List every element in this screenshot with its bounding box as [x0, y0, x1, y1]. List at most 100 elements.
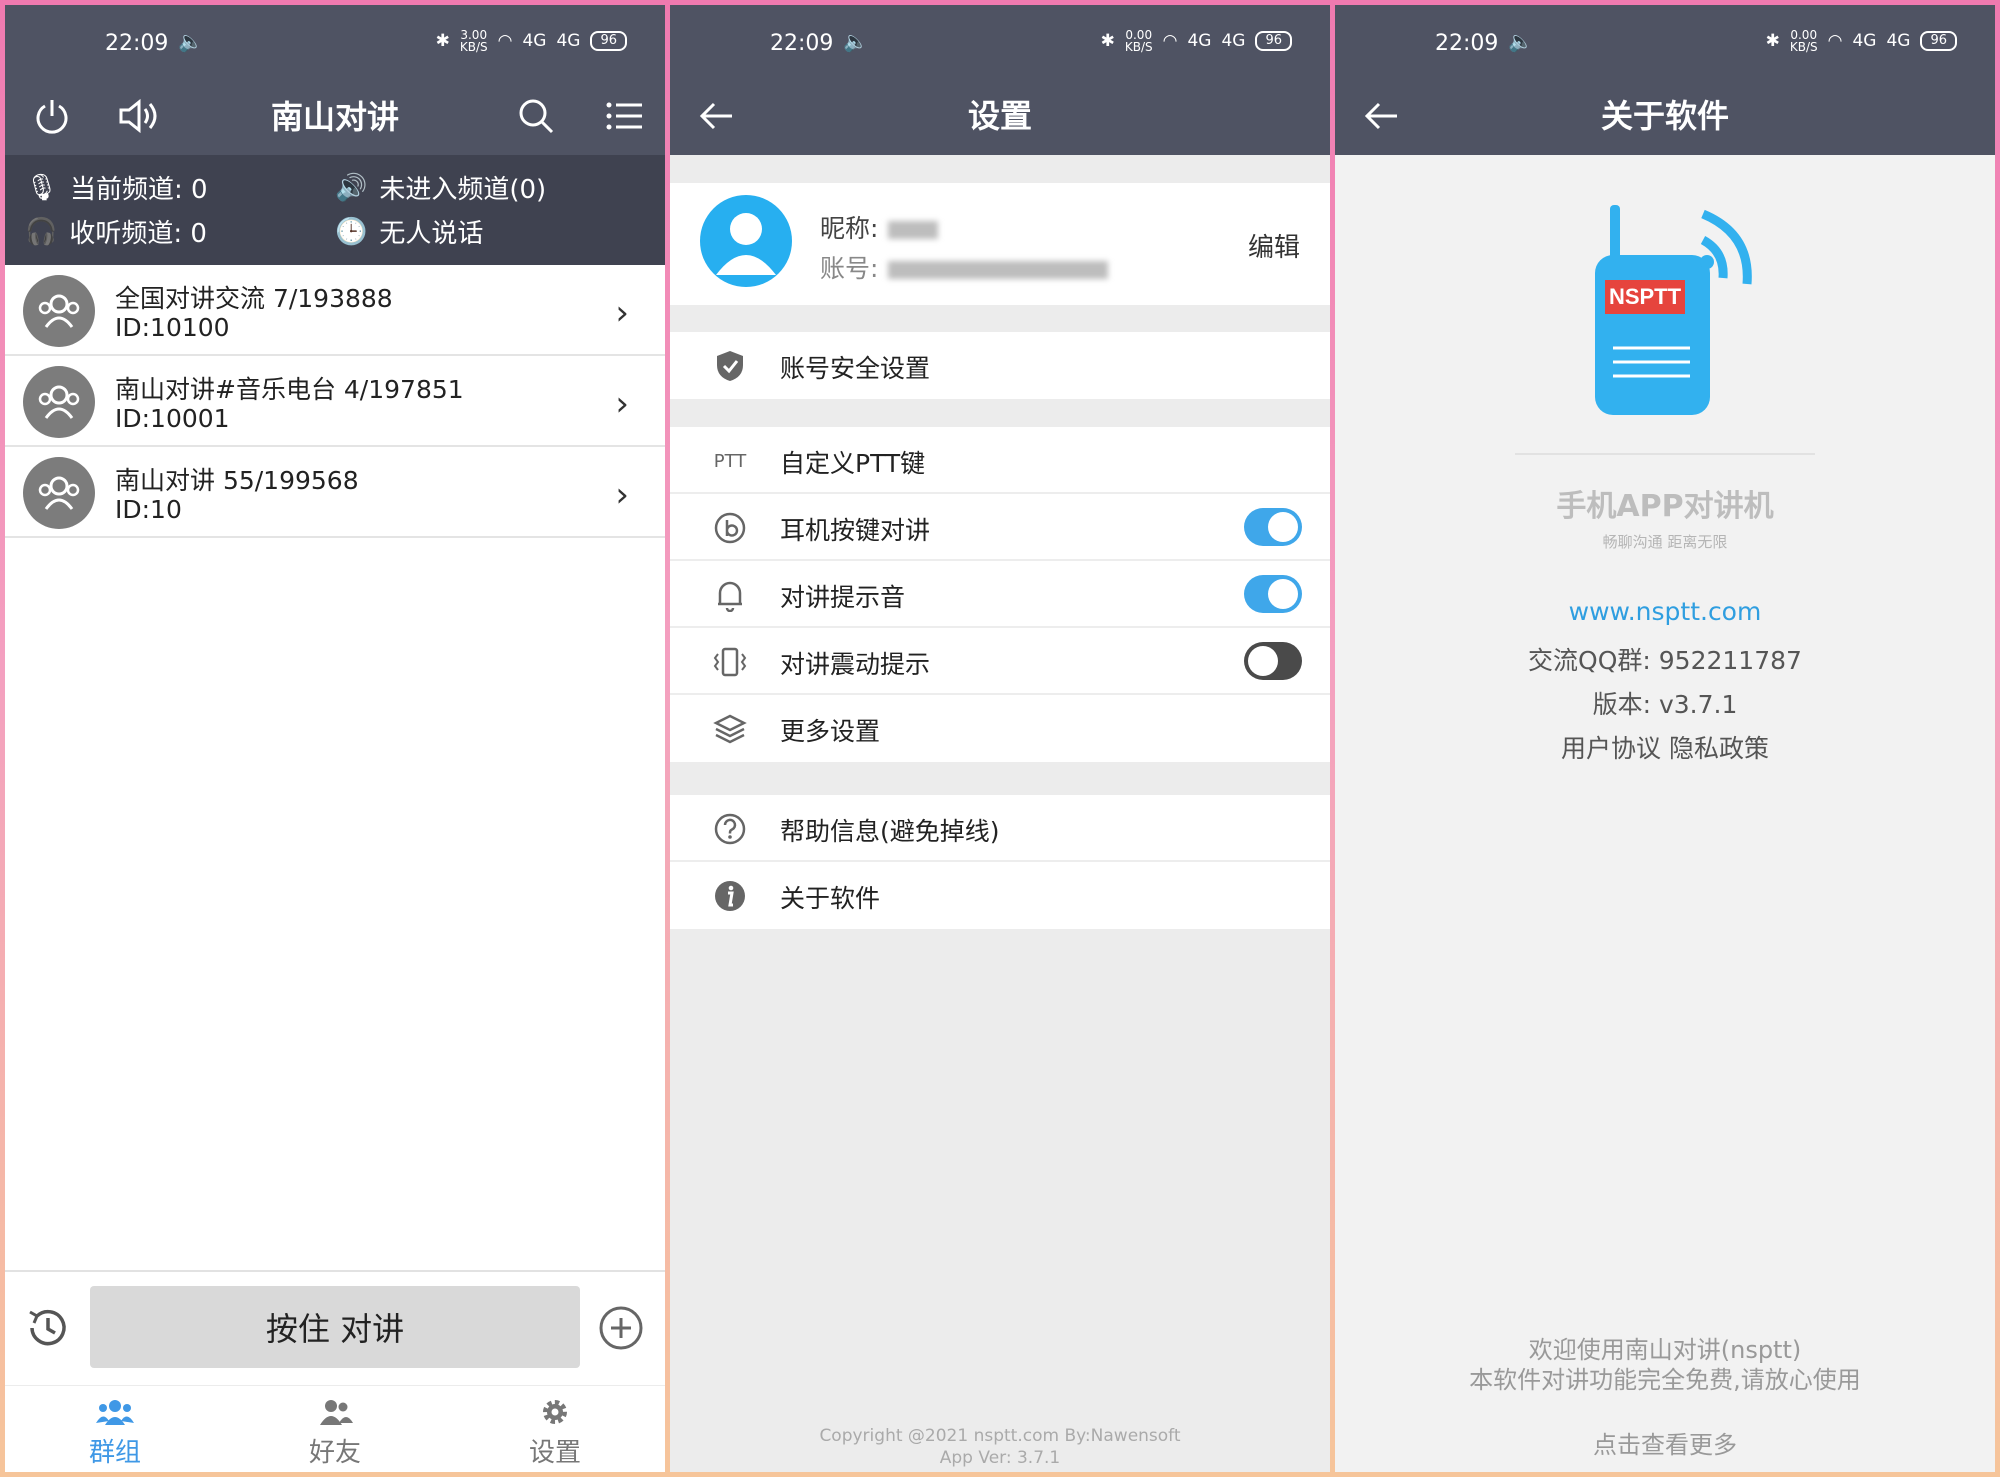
signal-icon: 4G: [556, 31, 581, 51]
search-icon[interactable]: [511, 91, 561, 141]
volume-icon: 🔈: [843, 29, 868, 53]
divider: [1515, 453, 1815, 455]
volume-icon: 🔈: [1508, 29, 1533, 53]
row-label: 关于软件: [780, 884, 881, 913]
row-label: 帮助信息(避免掉线): [780, 817, 1000, 846]
network-speed: 3.00 KB/S: [459, 28, 488, 54]
custom-ptt-setting[interactable]: PTT 自定义PTT键: [670, 427, 1330, 494]
bluetooth-icon: ✱: [1100, 31, 1115, 51]
info-section: 帮助信息(避免掉线) 关于软件: [670, 795, 1330, 929]
group-avatar-icon: [23, 366, 95, 438]
talk-vibrate-toggle[interactable]: [1244, 642, 1302, 680]
row-label: 账号安全设置: [780, 354, 931, 383]
info-icon: [712, 878, 748, 914]
about-screen: 22:09 🔈 ✱ 0.00 KB/S ◠ 4G 4G 96 关于软件 NSPTT: [1335, 5, 1995, 1472]
page-title: 南山对讲: [270, 98, 399, 136]
shield-icon: [712, 348, 748, 384]
list-item[interactable]: 全国对讲交流 7/193888 ID:10100 ›: [5, 265, 665, 356]
top-bar: 22:09 🔈 ✱ 0.00 KB/S ◠ 4G 4G 96 关于软件: [1335, 5, 1995, 155]
version-text: 版本: v3.7.1: [1592, 690, 1738, 719]
welcome-text: 欢迎使用南山对讲(nsptt) 本软件对讲功能完全免费,请放心使用: [1469, 1336, 1861, 1394]
group-id: ID:10: [115, 495, 182, 524]
ptt-icon: PTT: [713, 450, 747, 472]
edit-profile-button[interactable]: 编辑: [1248, 227, 1300, 264]
talk-tone-setting: 对讲提示音: [670, 561, 1330, 628]
top-bar: 22:09 🔈 ✱ 3.00 KB/S ◠ 4G 4G 96 南山对讲: [5, 5, 665, 155]
status-time: 22:09: [770, 31, 834, 56]
security-section: 账号安全设置: [670, 332, 1330, 399]
group-avatar-icon: [23, 457, 95, 529]
current-channel: 🎙 当前频道: 0: [25, 172, 208, 206]
list-item[interactable]: 南山对讲 55/199568 ID:10 ›: [5, 447, 665, 538]
talk-tone-toggle[interactable]: [1244, 575, 1302, 613]
website-link[interactable]: www.nsptt.com: [1335, 597, 1995, 626]
nickname: 昵称:: [820, 209, 939, 245]
network-speed: 0.00 KB/S: [1789, 28, 1818, 54]
page-title: 关于软件: [1600, 97, 1729, 135]
tab-settings[interactable]: 设置: [495, 1392, 615, 1469]
bluetooth-icon: ✱: [435, 31, 450, 51]
app-name: 手机APP对讲机: [1556, 489, 1774, 524]
more-settings[interactable]: 更多设置: [670, 695, 1330, 762]
profile-card[interactable]: 昵称: 账号: 编辑: [670, 183, 1330, 305]
view-more-link[interactable]: 点击查看更多: [1335, 1425, 1995, 1460]
status-icons: ✱ 0.00 KB/S ◠ 4G 4G 96: [1766, 29, 1957, 53]
gear-icon: [495, 1392, 615, 1432]
logo-text: NSPTT: [1609, 284, 1682, 309]
layers-icon: [712, 711, 748, 747]
tab-groups[interactable]: 群组: [55, 1392, 175, 1469]
status-time: 22:09: [1435, 31, 1499, 56]
talk-status: 🕒 无人说话: [335, 216, 484, 250]
microphone-icon: 🎙: [25, 172, 59, 203]
about-software[interactable]: 关于软件: [670, 862, 1330, 929]
status-bar: 22:09 🔈 ✱ 0.00 KB/S ◠ 4G 4G 96: [670, 25, 1330, 65]
qq-group: 交流QQ群: 952211787: [1528, 646, 1802, 675]
status-bar: 22:09 🔈 ✱ 0.00 KB/S ◠ 4G 4G 96: [1335, 25, 1995, 65]
tab-label: 群组: [88, 1438, 141, 1468]
row-label: 对讲震动提示: [780, 650, 931, 679]
group-id: ID:10001: [115, 404, 230, 433]
vibrate-icon: [712, 644, 748, 680]
chevron-right-icon: ›: [615, 475, 629, 515]
earphone-talk-toggle[interactable]: [1244, 508, 1302, 546]
headphones-icon: 🎧: [25, 216, 58, 247]
account-id: 账号:: [820, 249, 1109, 285]
push-to-talk-button[interactable]: 按住 对讲: [90, 1286, 580, 1368]
tab-friends[interactable]: 好友: [275, 1392, 395, 1469]
add-circle-icon[interactable]: [593, 1300, 649, 1356]
listen-channel: 🎧 收听频道: 0: [25, 216, 207, 250]
row-label: 对讲提示音: [780, 583, 906, 612]
account-security-setting[interactable]: 账号安全设置: [670, 332, 1330, 399]
group-name: 全国对讲交流 7/193888: [115, 284, 393, 313]
avatar: [700, 195, 792, 287]
signal-icon: 4G: [1886, 31, 1911, 51]
wifi-icon: ◠: [1162, 31, 1178, 51]
app-logo: NSPTT: [1585, 200, 1775, 430]
chevron-right-icon: ›: [615, 293, 629, 333]
wifi-icon: ◠: [497, 31, 513, 51]
battery-icon: 96: [1255, 31, 1292, 51]
group-id: ID:10100: [115, 313, 230, 342]
bluetooth-icon: ✱: [1765, 31, 1780, 51]
history-icon[interactable]: [20, 1300, 76, 1356]
chevron-right-icon: ›: [615, 384, 629, 424]
policy-links[interactable]: 用户协议 隐私政策: [1335, 729, 1995, 765]
signal-icon: 4G: [1221, 31, 1246, 51]
row-label: 更多设置: [780, 717, 881, 746]
menu-list-icon[interactable]: [599, 91, 649, 141]
bell-icon: [712, 577, 748, 613]
channel-status-panel: 🎙 当前频道: 0 🎧 收听频道: 0 🔊 未进入频道(0) 🕒 无人说话: [5, 155, 665, 265]
group-list: 全国对讲交流 7/193888 ID:10100 › 南山对讲#音乐电台 4/1…: [5, 265, 665, 538]
bottom-tab-bar: 群组 好友 设置: [5, 1385, 665, 1472]
help-circle-icon: [712, 811, 748, 847]
speaker-small-icon: 🔊: [335, 172, 368, 203]
battery-icon: 96: [590, 31, 627, 51]
group-name: 南山对讲#音乐电台 4/197851: [115, 375, 464, 404]
ptt-bar: 按住 对讲: [5, 1270, 665, 1382]
history-icon: 🕒: [335, 216, 368, 247]
list-item[interactable]: 南山对讲#音乐电台 4/197851 ID:10001 ›: [5, 356, 665, 447]
tab-label: 好友: [308, 1438, 361, 1468]
group-tab-icon: [55, 1392, 175, 1432]
help-info[interactable]: 帮助信息(避免掉线): [670, 795, 1330, 862]
page-title: 设置: [967, 97, 1032, 135]
